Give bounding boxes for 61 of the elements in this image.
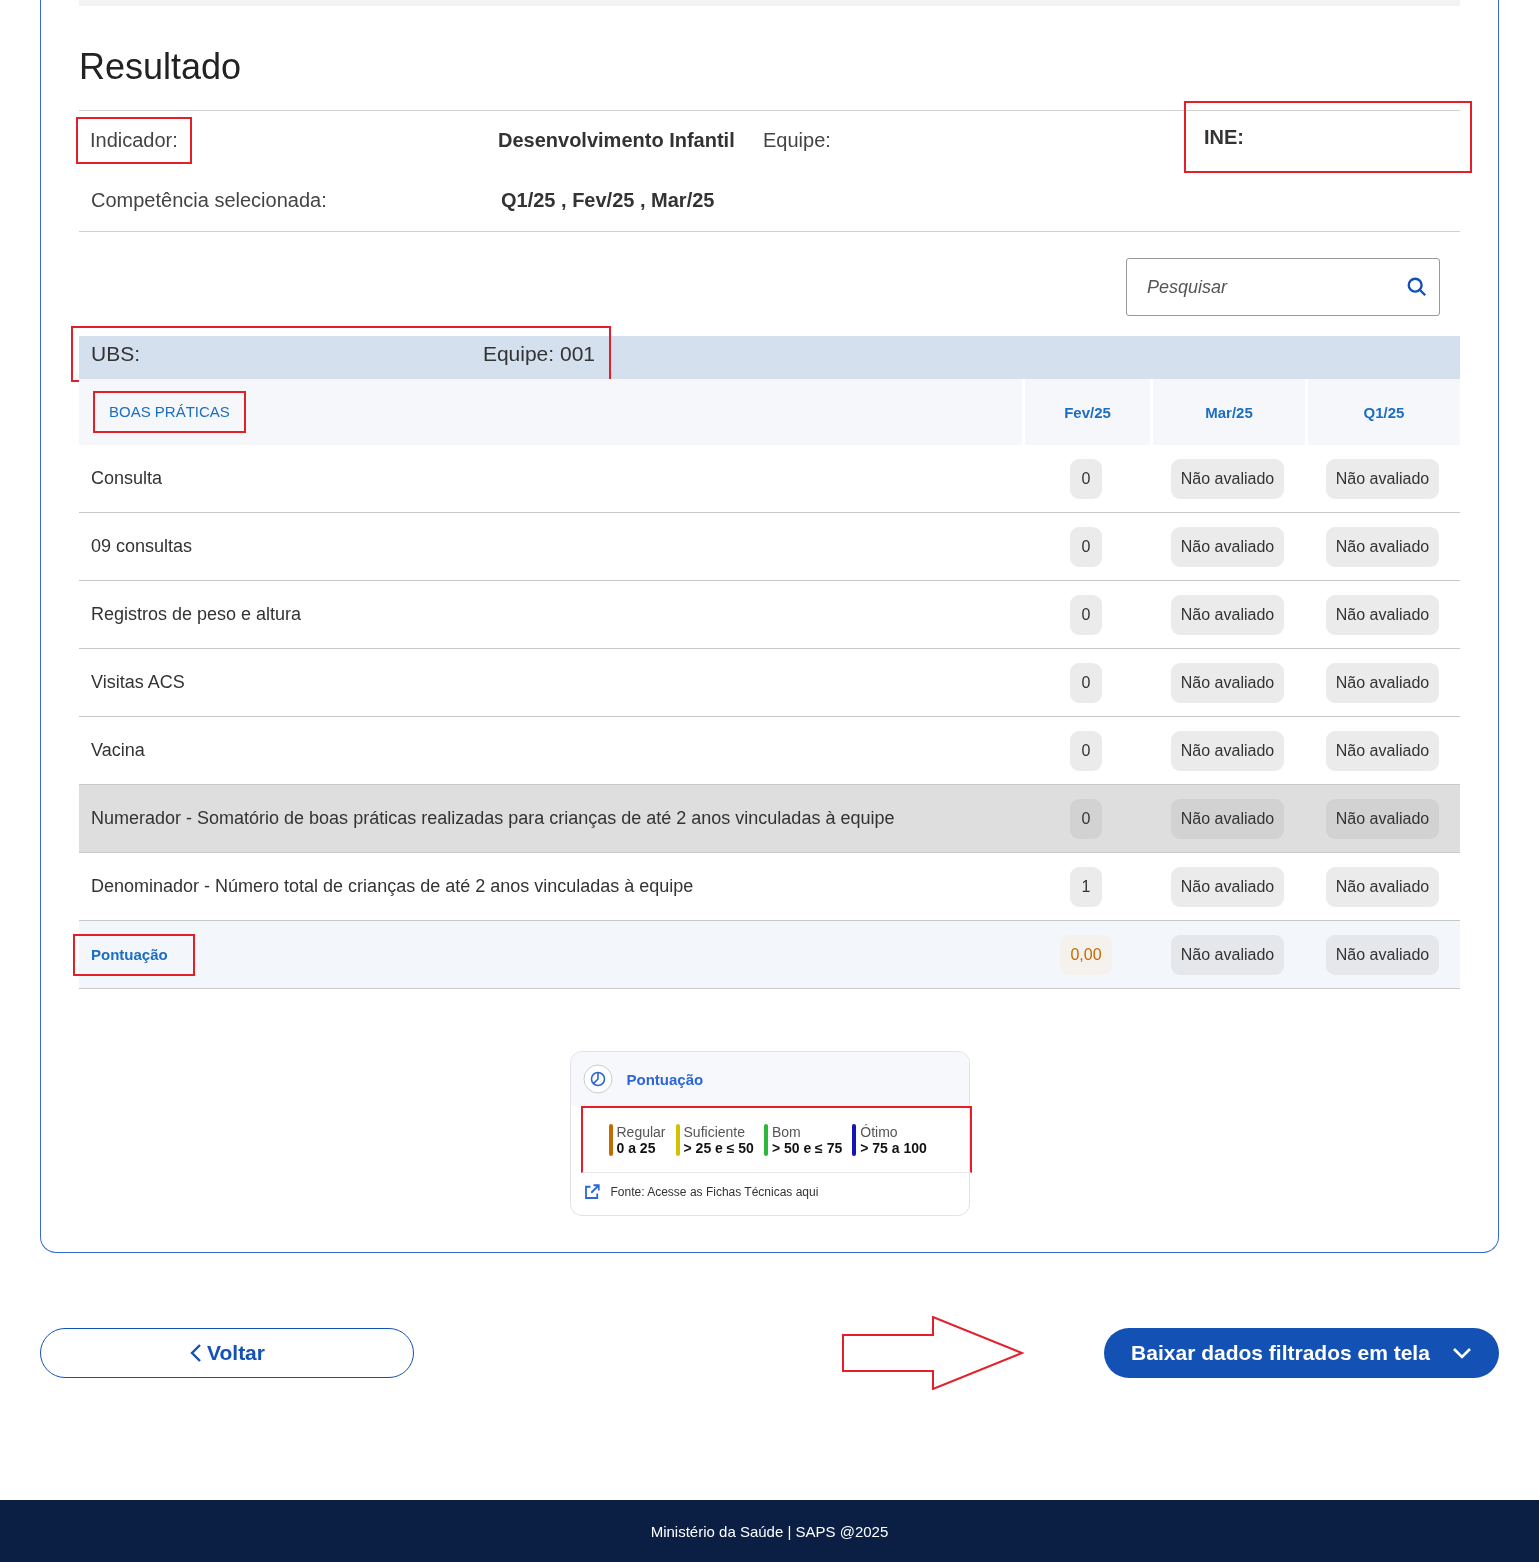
value-pill: Não avaliado — [1170, 934, 1285, 975]
legend-name: Suficiente — [683, 1124, 746, 1140]
pie-chart-icon — [582, 1064, 613, 1094]
value-pill: Não avaliado — [1170, 594, 1285, 635]
row-label: Visitas ACS — [90, 672, 185, 692]
legend-range: > 25 e ≤ 50 — [683, 1140, 754, 1156]
value-pill: Não avaliado — [1170, 458, 1285, 499]
info-label: Competência selecionada: — [91, 188, 327, 211]
value-pill: Não avaliado — [1325, 730, 1440, 771]
value-pill: 0 — [1070, 526, 1102, 567]
legend-name: Bom — [771, 1124, 802, 1140]
value-pill: 0 — [1070, 458, 1102, 499]
legend-range: > 50 e ≤ 75 — [771, 1140, 843, 1156]
value-pill: Não avaliado — [1325, 526, 1440, 567]
value-pill: 0,00 — [1060, 934, 1112, 975]
value-pill: 0 — [1070, 594, 1102, 635]
legend-range: 0 a 25 — [616, 1140, 657, 1156]
value-pill: Não avaliado — [1325, 798, 1440, 839]
legend-title: Pontuação — [626, 1070, 704, 1088]
search-icon — [1406, 276, 1428, 298]
row-label: Vacina — [90, 740, 145, 760]
info-value: Desenvolvimento Infantil — [498, 128, 735, 151]
legend-name: Regular — [616, 1124, 666, 1140]
info-label: Indicador: — [90, 128, 178, 151]
info-value: Q1/25 , Fev/25 , Mar/25 — [501, 188, 715, 211]
section-heading: BOAS PRÁTICAS — [109, 403, 230, 420]
value-pill: Não avaliado — [1170, 730, 1285, 771]
page-title: Resultado — [79, 46, 243, 88]
legend-range: > 75 a 100 — [860, 1140, 927, 1156]
search-field[interactable]: Pesquisar — [1126, 258, 1440, 316]
download-button[interactable]: Baixar dados filtrados em tela — [1104, 1328, 1499, 1378]
value-pill: Não avaliado — [1325, 934, 1440, 975]
value-pill: Não avaliado — [1325, 594, 1440, 635]
value-pill: Não avaliado — [1325, 458, 1440, 499]
value-pill: 0 — [1070, 798, 1102, 839]
value-pill: 0 — [1070, 730, 1102, 771]
value-pill: 1 — [1070, 866, 1102, 907]
info-label: Equipe: — [763, 128, 831, 151]
team-label: Equipe: 001 — [482, 342, 595, 366]
value-pill: 0 — [1070, 662, 1102, 703]
chevron-left-icon — [189, 1343, 203, 1363]
row-label: Numerador - Somatório de boas práticas realizadas para crianças de até 2 anos vinculadas à equipe — [90, 808, 895, 828]
row-label: Consulta — [90, 468, 163, 488]
score-label: Pontuação — [91, 945, 168, 963]
value-pill: Não avaliado — [1170, 798, 1285, 839]
row-label: Denominador - Número total de crianças de até 2 anos vinculadas à equipe — [90, 876, 694, 896]
back-button[interactable]: Voltar — [40, 1328, 414, 1378]
ubs-label: UBS: — [91, 342, 140, 366]
info-label: INE: — [1204, 125, 1244, 149]
legend-name: Ótimo — [860, 1124, 899, 1140]
value-pill: Não avaliado — [1325, 662, 1440, 703]
footer-text: Ministério da Saúde | SAPS @2025 — [650, 1522, 889, 1540]
value-pill: Não avaliado — [1170, 662, 1285, 703]
value-pill: Não avaliado — [1325, 866, 1440, 907]
source-link[interactable]: Fonte: Acesse as Fichas Técnicas aqui — [610, 1185, 819, 1199]
value-pill: Não avaliado — [1170, 526, 1285, 567]
row-label: 09 consultas — [90, 536, 193, 556]
chevron-down-icon — [1451, 1346, 1472, 1360]
value-pill: Não avaliado — [1170, 866, 1285, 907]
row-label: Registros de peso e altura — [90, 604, 302, 624]
external-link-icon — [582, 1183, 601, 1201]
